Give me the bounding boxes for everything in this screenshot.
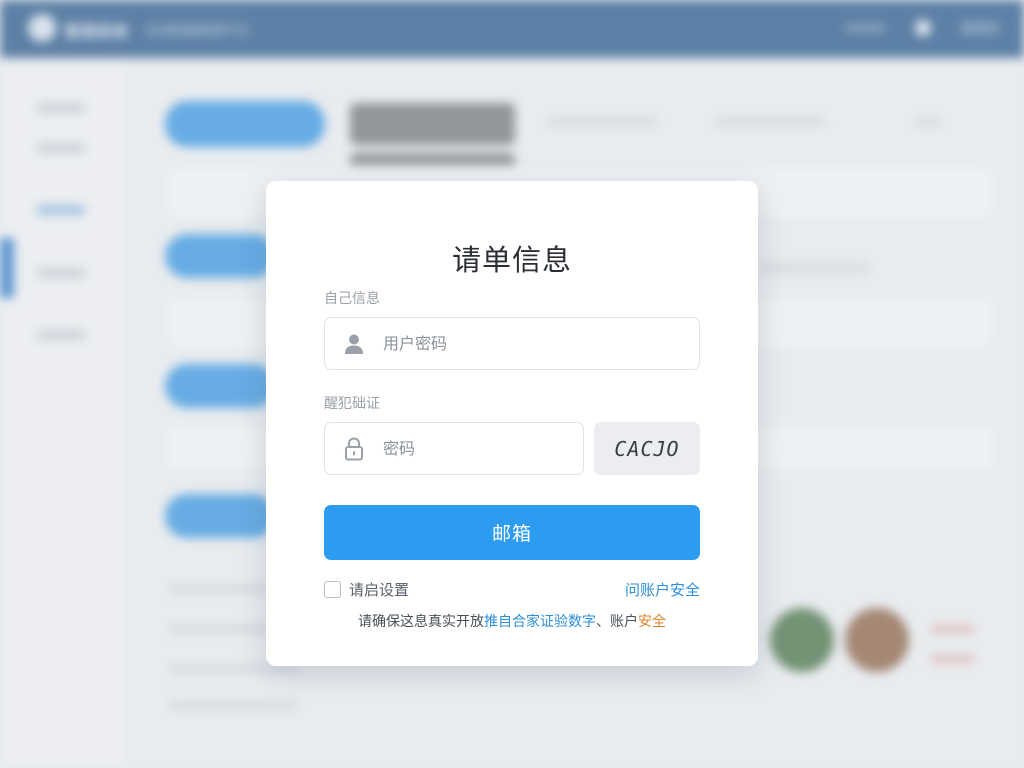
modal-title: 请单信息 xyxy=(451,243,572,277)
notice-mid: 、账户 xyxy=(596,614,638,630)
username-field[interactable] xyxy=(324,317,700,370)
password-input[interactable] xyxy=(383,439,583,458)
login-modal: 请单信息 自己信息 醒犯础证 CACJO 邮箱 请启设置 问账户安全 请确保 xyxy=(266,181,758,666)
remember-checkbox[interactable] xyxy=(324,581,341,598)
username-label: 自己信息 xyxy=(324,291,380,307)
notice-highlight: 安全 xyxy=(638,614,666,630)
password-label: 醒犯础证 xyxy=(324,396,380,412)
account-security-link[interactable]: 问账户安全 xyxy=(625,579,700,600)
captcha-image[interactable]: CACJO xyxy=(594,422,700,475)
captcha-text: CACJO xyxy=(614,436,680,461)
submit-button[interactable]: 邮箱 xyxy=(324,505,700,560)
remember-option[interactable]: 请启设置 xyxy=(324,579,409,600)
user-icon xyxy=(325,317,383,370)
remember-label: 请启设置 xyxy=(349,581,410,599)
notice-text: 请确保这息真实开放推自合家证验数字、账户安全 xyxy=(266,611,758,631)
username-input[interactable] xyxy=(383,334,699,353)
lock-icon xyxy=(325,422,383,475)
notice-link[interactable]: 推自合家证验数字 xyxy=(484,614,596,630)
password-field[interactable] xyxy=(324,422,584,475)
notice-prefix: 请确保这息真实开放 xyxy=(358,614,484,630)
